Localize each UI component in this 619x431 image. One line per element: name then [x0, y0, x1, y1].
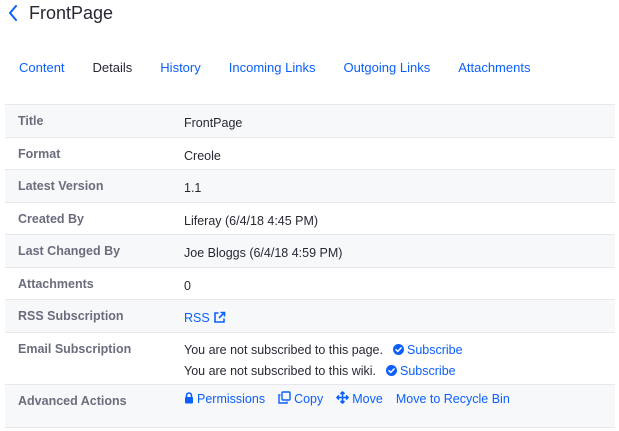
- details-value: Permissions Copy Move Move to Recycle Bi…: [171, 385, 615, 427]
- details-row-last-changed-by: Last Changed By Joe Bloggs (6/4/18 4:59 …: [5, 235, 615, 268]
- check-circle-icon: [392, 344, 404, 355]
- subscribe-page-link[interactable]: Subscribe: [392, 342, 463, 358]
- details-label: Email Subscription: [18, 341, 132, 356]
- tab-history[interactable]: History: [146, 55, 214, 81]
- details-row-rss-subscription: RSS Subscription RSS: [5, 300, 615, 333]
- details-label: Latest Version: [18, 179, 104, 193]
- rss-link[interactable]: RSS: [184, 311, 226, 325]
- tab-bar: Content Details History Incoming Links O…: [5, 55, 544, 81]
- details-label: Advanced Actions: [18, 393, 127, 408]
- details-label: Title: [18, 114, 44, 128]
- page-subscription-line: You are not subscribed to this page. Sub…: [184, 340, 615, 361]
- details-value: 1.1: [184, 181, 202, 195]
- page-header: FrontPage: [0, 0, 619, 30]
- rss-link-label: RSS: [184, 311, 210, 325]
- wiki-subscription-text: You are not subscribed to this wiki.: [184, 364, 377, 378]
- page-subscription-text: You are not subscribed to this page.: [184, 343, 383, 357]
- copy-label: Copy: [294, 391, 324, 406]
- permissions-link[interactable]: Permissions: [184, 391, 265, 407]
- tab-outgoing-links[interactable]: Outgoing Links: [329, 55, 444, 81]
- details-row-created-by: Created By Liferay (6/4/18 4:45 PM): [5, 202, 615, 235]
- page-title: FrontPage: [29, 3, 114, 23]
- details-label: Attachments: [18, 276, 94, 291]
- details-value: Creole: [184, 148, 221, 163]
- tab-incoming-links[interactable]: Incoming Links: [215, 55, 330, 81]
- details-row-latest-version: Latest Version 1.1: [5, 170, 615, 203]
- permissions-label: Permissions: [197, 391, 266, 406]
- details-row-attachments: Attachments 0: [5, 267, 615, 300]
- move-link[interactable]: Move: [336, 390, 383, 407]
- details-label: Created By: [18, 211, 84, 226]
- details-row-title: Title FrontPage: [5, 105, 615, 138]
- details-row-advanced-actions: Advanced Actions Permissions Copy Move M…: [5, 384, 615, 428]
- details-value: Liferay (6/4/18 4:45 PM): [184, 213, 319, 228]
- details-value: RSS: [171, 300, 615, 332]
- lock-icon: [185, 391, 193, 403]
- copy-icon: [278, 390, 291, 404]
- move-label: Move: [352, 391, 383, 406]
- details-label: RSS Subscription: [18, 309, 124, 323]
- advanced-actions: Permissions Copy Move Move to Recycle Bi…: [184, 390, 615, 407]
- details-value: Joe Bloggs (6/4/18 4:59 PM): [184, 246, 343, 260]
- details-label: Format: [18, 146, 61, 161]
- details-label: Last Changed By: [18, 244, 121, 258]
- chevron-left-icon: [9, 5, 17, 21]
- move-to-recycle-bin-link[interactable]: Move to Recycle Bin: [396, 391, 510, 407]
- details-value: 0: [184, 278, 191, 293]
- tab-attachments[interactable]: Attachments: [444, 55, 544, 81]
- tab-content[interactable]: Content: [5, 55, 79, 81]
- details-row-email-subscription: Email Subscription You are not subscribe…: [5, 332, 615, 385]
- check-circle-icon: [386, 365, 398, 376]
- tab-details[interactable]: Details: [79, 55, 147, 81]
- wiki-subscription-line: You are not subscribed to this wiki. Sub…: [184, 361, 615, 382]
- external-link-icon: [213, 311, 226, 323]
- details-table: Title FrontPage Format Creole Latest Ver…: [5, 104, 615, 428]
- copy-link[interactable]: Copy: [278, 390, 324, 407]
- back-button[interactable]: [3, 2, 23, 24]
- subscribe-page-label: Subscribe: [406, 343, 463, 357]
- details-value: You are not subscribed to this page. Sub…: [171, 333, 615, 384]
- details-row-format: Format Creole: [5, 137, 615, 170]
- subscribe-wiki-label: Subscribe: [400, 364, 456, 378]
- details-value: FrontPage: [184, 116, 243, 130]
- subscribe-wiki-link[interactable]: Subscribe: [386, 363, 456, 379]
- move-arrows-icon: [336, 390, 350, 404]
